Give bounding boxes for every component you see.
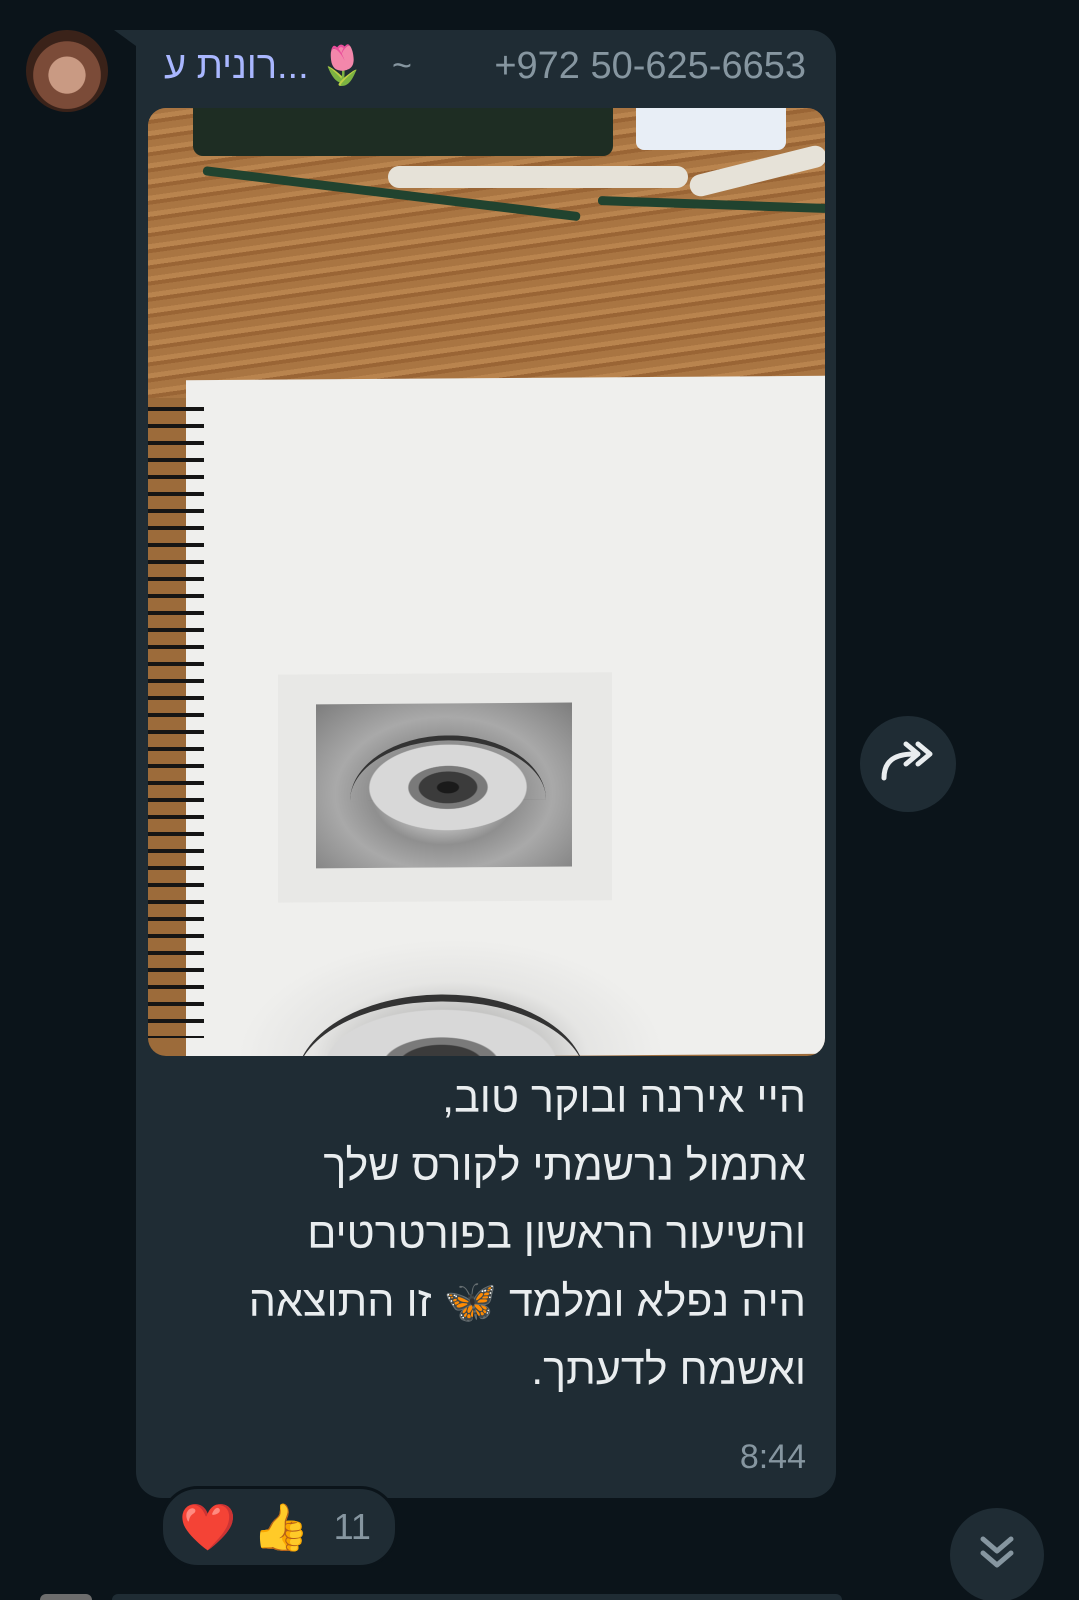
message-text: היי אירנה ובוקר טוב, אתמול נרשמתי לקורס … xyxy=(248,1074,806,1394)
sender-name[interactable]: רונית ע... 🌷 ~ xyxy=(164,44,412,88)
double-chevron-down-icon xyxy=(975,1531,1019,1580)
heart-reaction-icon: ❤️ xyxy=(179,1501,237,1553)
message-time: 8:44 xyxy=(739,1438,806,1476)
sketchbook-spiral xyxy=(148,398,204,1038)
blending-stump xyxy=(388,166,688,188)
eraser xyxy=(636,108,786,150)
message-photo[interactable] xyxy=(148,108,825,1056)
sketchbook-page xyxy=(186,375,825,1056)
next-message-avatar[interactable] xyxy=(40,1594,92,1600)
chat-screen: רונית ע... 🌷 ~ +972 50-625-6653 היי אירנ… xyxy=(0,0,1079,1600)
thumbs-up-reaction-icon: 👍 xyxy=(252,1501,310,1553)
message-bubble[interactable]: רונית ע... 🌷 ~ +972 50-625-6653 היי אירנ… xyxy=(136,30,836,1498)
reference-eye xyxy=(356,736,540,839)
sender-tilde: ~ xyxy=(392,46,412,85)
drawn-eye xyxy=(306,999,576,1056)
forward-icon xyxy=(878,740,938,789)
sender-phone[interactable]: +972 50-625-6653 xyxy=(494,45,806,88)
reactions-pill[interactable]: ❤️ 👍 11 xyxy=(160,1486,398,1568)
sender-header: רונית ע... 🌷 ~ +972 50-625-6653 xyxy=(164,40,806,92)
sender-name-text: רונית ע... xyxy=(164,44,309,87)
next-message-bubble[interactable] xyxy=(112,1594,842,1600)
forward-button[interactable] xyxy=(860,716,956,812)
reference-printout xyxy=(278,672,612,903)
drawn-eye-shading xyxy=(236,936,666,1056)
reference-eye-photo xyxy=(316,702,572,869)
reaction-count: 11 xyxy=(333,1506,371,1547)
pencil-tin xyxy=(193,108,613,156)
bubble-tail xyxy=(114,30,136,46)
sender-avatar[interactable] xyxy=(26,30,108,112)
tulip-emoji: 🌷 xyxy=(318,45,367,87)
scroll-to-bottom-button[interactable] xyxy=(950,1508,1044,1600)
